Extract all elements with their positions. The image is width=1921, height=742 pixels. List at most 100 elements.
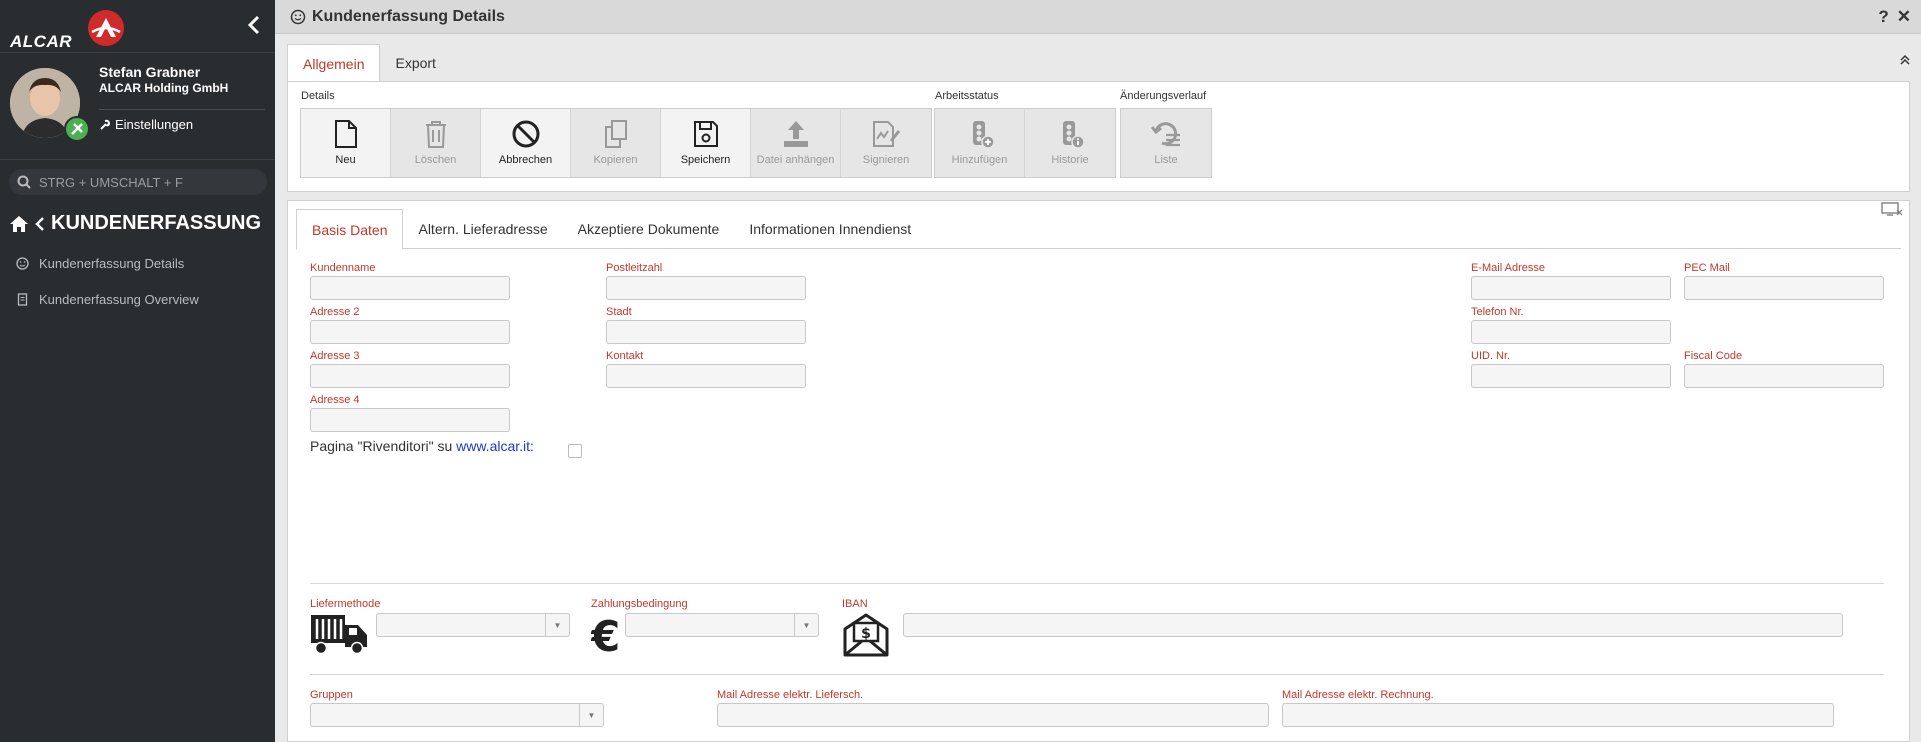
chevron-down-icon[interactable]: ▼	[794, 614, 818, 636]
signature-icon	[873, 121, 901, 147]
speichern-button[interactable]: Speichern	[661, 109, 751, 177]
chevron-left-icon	[247, 15, 260, 35]
tab-basis-daten[interactable]: Basis Daten	[296, 209, 404, 250]
kontakt-input[interactable]	[606, 364, 806, 388]
speichern-label: Speichern	[680, 154, 731, 166]
group-label-aenderungsverlauf: Änderungsverlauf	[1120, 90, 1207, 102]
uid-input[interactable]	[1471, 364, 1671, 388]
kopieren-label: Kopieren	[593, 154, 638, 166]
collapse-sidebar-button[interactable]	[244, 14, 264, 36]
zahlungsbedingung-select[interactable]: ▼	[625, 613, 819, 637]
datei-anhaengen-button[interactable]: Datei anhängen	[751, 109, 841, 177]
zahlungsbedingung-label: Zahlungsbedingung	[591, 598, 688, 610]
smiley-icon	[290, 9, 306, 25]
datei-anhaengen-label: Datei anhängen	[756, 154, 835, 166]
abbrechen-button[interactable]: Abbrechen	[481, 109, 571, 177]
document-icon	[17, 293, 28, 306]
loeschen-label: Löschen	[414, 154, 457, 166]
liste-button[interactable]: Liste	[1121, 109, 1211, 177]
signieren-button[interactable]: Signieren	[841, 109, 931, 177]
divider	[0, 159, 275, 160]
divider	[99, 109, 265, 110]
content-panel: Basis Daten Altern. Lieferadresse Akzept…	[287, 200, 1910, 742]
postleitzahl-label: Postleitzahl	[606, 262, 663, 274]
aenderungsverlauf-button-group: Liste	[1120, 108, 1212, 178]
copy-icon	[604, 120, 627, 148]
toolbar: Details Arbeitsstatus Änderungsverlauf N…	[287, 81, 1910, 192]
email-label: E-Mail Adresse	[1471, 262, 1545, 274]
kundenname-input[interactable]	[310, 276, 510, 300]
chevron-down-icon[interactable]: ▼	[579, 704, 603, 726]
adresse3-input[interactable]	[310, 364, 510, 388]
smiley-icon	[16, 257, 29, 270]
collapse-panel-button[interactable]	[1900, 54, 1910, 69]
postleitzahl-input[interactable]	[606, 276, 806, 300]
help-button[interactable]: ?	[1878, 7, 1888, 27]
abbrechen-label: Abbrechen	[498, 154, 553, 166]
alcar-logo-mark-icon	[88, 10, 124, 46]
rivenditori-checkbox[interactable]	[568, 444, 582, 458]
rivenditori-label: Pagina "Rivenditori" su www.alcar.it:	[310, 438, 534, 454]
search-input[interactable]	[39, 174, 249, 190]
close-button[interactable]: ✕	[1897, 7, 1911, 27]
loeschen-button[interactable]: Löschen	[391, 109, 481, 177]
titlebar-actions: ? ✕	[1878, 7, 1911, 27]
alcar-website-link[interactable]: www.alcar.it:	[456, 438, 534, 454]
iban-input[interactable]	[903, 613, 1843, 637]
svg-text:€: €	[591, 613, 620, 657]
kontakt-label: Kontakt	[606, 350, 644, 362]
stadt-input[interactable]	[606, 320, 806, 344]
user-name: Stefan Grabner	[99, 64, 201, 80]
tab-allgemein[interactable]: Allgemein	[287, 44, 381, 82]
euro-icon: €	[591, 613, 620, 657]
trash-icon	[425, 121, 446, 148]
neu-button[interactable]: Neu	[301, 109, 391, 177]
divider	[0, 52, 275, 53]
chevron-left-icon[interactable]	[35, 216, 45, 232]
rivenditori-text: Pagina "Rivenditori" su	[310, 438, 457, 454]
section-title-text: KUNDENERFASSUNG	[51, 212, 262, 234]
pec-label: PEC Mail	[1684, 262, 1730, 274]
adresse3-label: Adresse 3	[310, 350, 360, 362]
group-label-details: Details	[301, 90, 335, 102]
telefon-label: Telefon Nr.	[1471, 306, 1524, 318]
adresse2-input[interactable]	[310, 320, 510, 344]
email-input[interactable]	[1471, 276, 1671, 300]
search-box[interactable]	[9, 169, 267, 195]
tab-altern-lieferadresse[interactable]: Altern. Lieferadresse	[403, 209, 562, 249]
tab-informationen-innendienst[interactable]: Informationen Innendienst	[734, 209, 926, 249]
telefon-input[interactable]	[1471, 320, 1671, 344]
new-document-icon	[334, 120, 357, 148]
adresse4-label: Adresse 4	[310, 394, 360, 406]
fiscal-input[interactable]	[1684, 364, 1884, 388]
pec-input[interactable]	[1684, 276, 1884, 300]
adresse4-input[interactable]	[310, 408, 510, 432]
signieren-label: Signieren	[862, 154, 910, 166]
gruppen-select[interactable]: ▼	[310, 703, 604, 727]
neu-label: Neu	[335, 154, 356, 166]
top-panel: Allgemein Export Details Arbeitsstatus Ä…	[287, 44, 1910, 192]
main-area: Kundenerfassung Details ? ✕ Allgemein Ex…	[275, 0, 1921, 742]
liefermethode-select[interactable]: ▼	[376, 613, 570, 637]
page-title-text: Kundenerfassung Details	[312, 8, 505, 25]
upload-icon	[783, 121, 808, 147]
historie-button[interactable]: Historie	[1025, 109, 1115, 177]
titlebar: Kundenerfassung Details ? ✕	[275, 0, 1921, 34]
section-title[interactable]: KUNDENERFASSUNG	[9, 212, 261, 235]
mail-liefersch-input[interactable]	[717, 703, 1269, 727]
traffic-light-add-icon	[972, 121, 995, 149]
nav-item-label: Kundenerfassung Details	[39, 256, 185, 271]
mail-rechnung-input[interactable]	[1282, 703, 1834, 727]
nav-item-kundenerfassung-overview[interactable]: Kundenerfassung Overview	[16, 292, 199, 307]
settings-link[interactable]: Einstellungen	[99, 117, 193, 132]
home-icon[interactable]	[9, 215, 29, 233]
hinzufuegen-button[interactable]: Hinzufügen	[935, 109, 1025, 177]
kopieren-button[interactable]: Kopieren	[571, 109, 661, 177]
save-icon	[693, 121, 718, 147]
page-title: Kundenerfassung Details	[290, 8, 505, 26]
tab-akzeptiere-dokumente[interactable]: Akzeptiere Dokumente	[563, 209, 735, 249]
liefermethode-label: Liefermethode	[310, 598, 381, 610]
tab-export[interactable]: Export	[380, 44, 450, 82]
nav-item-kundenerfassung-details[interactable]: Kundenerfassung Details	[16, 256, 184, 271]
chevron-down-icon[interactable]: ▼	[545, 614, 569, 636]
